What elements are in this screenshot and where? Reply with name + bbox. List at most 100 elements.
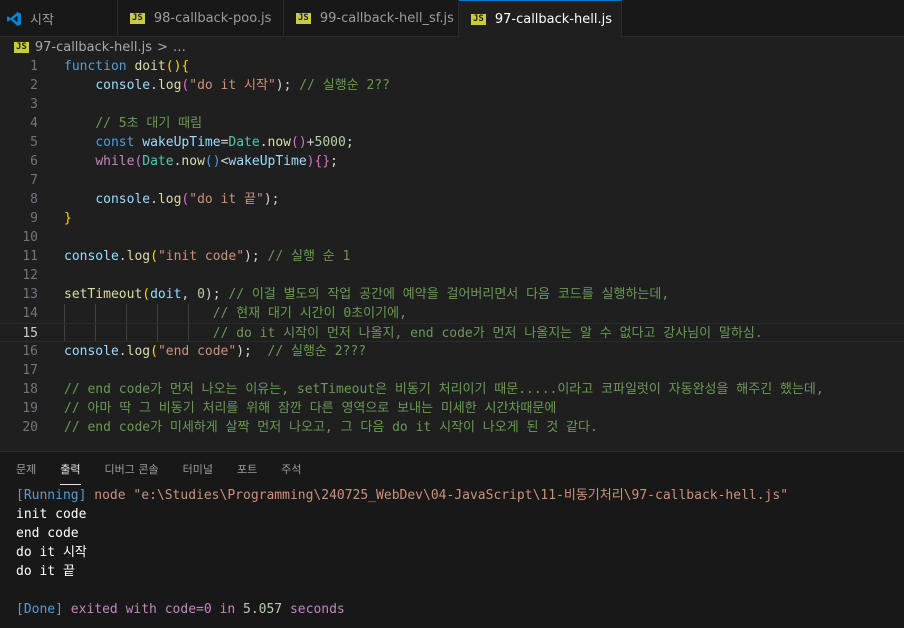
indent-guide [126,324,127,341]
line-number: 5 [30,135,38,150]
line-number: 6 [30,154,38,169]
vscode-logo-icon [6,11,22,27]
editor-tab-bar: 시작 JS 98-callback-poo.js JS 99-callback-… [0,0,904,37]
indent-guide [95,304,96,323]
line-number: 16 [22,344,38,359]
js-file-icon: JS [14,41,29,53]
js-file-icon: JS [296,13,311,24]
tab-ports[interactable]: 포트 [237,461,257,477]
running-command: node "e:\Studies\Programming\240725_WebD… [86,488,789,503]
indent-guide [64,304,65,323]
line-number: 1 [30,59,38,74]
tab-99-callback-hell-sf[interactable]: JS 99-callback-hell_sf.js [284,0,459,37]
line-number: 7 [30,173,38,188]
tab-label: 97-callback-hell.js [494,11,612,27]
code-line-current[interactable]: 15 // do it 시작이 먼저 나올지, end code가 먼저 나올지… [0,323,904,342]
code-content: setTimeout(doit, 0); // 이걸 별도의 작업 공간에 예약… [64,287,670,302]
code-content: while(Date.now()<wakeUpTime){}; [95,154,338,169]
output-line: do it 끝 [16,564,75,579]
tab-97-callback-hell[interactable]: JS 97-callback-hell.js [459,0,622,37]
line-number: 2 [30,78,38,93]
breadcrumb-separator: > [156,39,168,55]
exit-code: code=0 [164,602,212,617]
indent-guide [188,304,189,323]
output-line: end code [16,526,79,541]
line-number: 14 [22,306,38,321]
code-line[interactable]: 17 [0,361,904,380]
code-line[interactable]: 7 [0,171,904,190]
code-content [38,95,64,114]
code-line[interactable]: 18 // end code가 먼저 나오는 이유는, setTimeout은 비… [0,380,904,399]
line-number: 20 [22,420,38,435]
code-line[interactable]: 12 [0,266,904,285]
line-number: 19 [22,401,38,416]
code-line[interactable]: 2 console.log("do it 시작"); // 실행순 2?? [0,76,904,95]
tab-welcome[interactable]: 시작 [0,0,118,37]
code-line[interactable]: 4 // 5초 대기 때림 [0,114,904,133]
indent-guide [157,324,158,341]
js-file-icon: JS [471,13,486,25]
code-line[interactable]: 5 const wakeUpTime=Date.now()+5000; [0,133,904,152]
done-unit: seconds [282,602,345,617]
line-number: 13 [22,287,38,302]
tab-debug-console[interactable]: 디버그 콘솔 [105,461,159,477]
code-line[interactable]: 10 [0,228,904,247]
code-line[interactable]: 1 function doit(){ [0,57,904,76]
elapsed-seconds: 5.057 [243,602,283,617]
code-content: // 아마 딱 그 비동기 처리를 위해 잠깐 다른 영역으로 보내는 미세한 … [64,401,557,416]
running-tag: [Running] [16,488,87,503]
bottom-panel: 문제 출력 디버그 콘솔 터미널 포트 주석 [Running] node "e… [0,451,904,628]
done-text: exited with [62,602,165,617]
code-line[interactable]: 19 // 아마 딱 그 비동기 처리를 위해 잠깐 다른 영역으로 보내는 미세… [0,399,904,418]
line-number: 8 [30,192,38,207]
code-line[interactable]: 14 // 현재 대기 시간이 0초이기에, [0,304,904,323]
code-content: // do it 시작이 먼저 나올지, end code가 먼저 나올지는 알… [38,324,763,341]
indent-guide [95,324,96,341]
breadcrumb-file[interactable]: 97-callback-hell.js [35,40,152,55]
tab-98-callback-poo[interactable]: JS 98-callback-poo.js [118,0,284,37]
done-tag: [Done] [16,602,63,617]
tab-label: 시작 [30,13,54,28]
code-content: // end code가 먼저 나오는 이유는, setTimeout은 비동기… [64,382,824,397]
code-content: // end code가 미세하게 살짝 먼저 나오고, 그 다음 do it … [64,420,598,435]
indent-guide [188,324,189,341]
code-line[interactable]: 16 console.log("end code"); // 실행순 2??? [0,342,904,361]
code-content: // 현재 대기 시간이 0초이기에, [38,304,407,323]
output-log[interactable]: [Running] node "e:\Studies\Programming\2… [0,486,904,619]
code-line[interactable]: 11 console.log("init code"); // 실행 순 1 [0,247,904,266]
tab-comments[interactable]: 주석 [281,461,301,477]
code-line[interactable]: 3 [0,95,904,114]
code-line[interactable]: 8 console.log("do it 끝"); [0,190,904,209]
code-content [38,266,64,285]
code-content: } [64,211,72,226]
code-editor[interactable]: 1 function doit(){ 2 console.log("do it 시… [0,57,904,452]
tab-label: 98-callback-poo.js [153,11,272,26]
code-line[interactable]: 6 while(Date.now()<wakeUpTime){}; [0,152,904,171]
line-number: 18 [22,382,38,397]
code-content: const wakeUpTime=Date.now()+5000; [95,135,354,150]
tab-problems[interactable]: 문제 [16,461,36,477]
line-number: 4 [30,116,38,131]
output-line: do it 시작 [16,545,87,560]
code-content [38,361,64,380]
done-in: in [211,602,243,617]
indent-guide [64,324,65,341]
code-line[interactable]: 9} [0,209,904,228]
code-content: console.log("init code"); // 실행 순 1 [64,249,351,264]
output-line-running: [Running] node "e:\Studies\Programming\2… [16,486,904,505]
tab-label: 99-callback-hell_sf.js [319,11,454,26]
code-line[interactable]: 20 // end code가 미세하게 살짝 먼저 나오고, 그 다음 do i… [0,418,904,437]
code-content [38,228,64,247]
panel-tabs: 문제 출력 디버그 콘솔 터미널 포트 주석 [0,452,904,486]
tab-terminal[interactable]: 터미널 [183,461,213,477]
tab-output[interactable]: 출력 [60,461,81,485]
js-file-icon: JS [130,13,145,24]
code-line[interactable]: 13 setTimeout(doit, 0); // 이걸 별도의 작업 공간에 … [0,285,904,304]
breadcrumb: JS 97-callback-hell.js > … [0,37,904,57]
code-content: console.log("end code"); // 실행순 2??? [64,344,367,359]
code-content: console.log("do it 시작"); // 실행순 2?? [95,78,390,93]
line-number: 3 [30,97,38,112]
breadcrumb-rest[interactable]: … [173,40,186,55]
output-line: init code [16,507,87,522]
code-content: function doit(){ [64,59,190,74]
